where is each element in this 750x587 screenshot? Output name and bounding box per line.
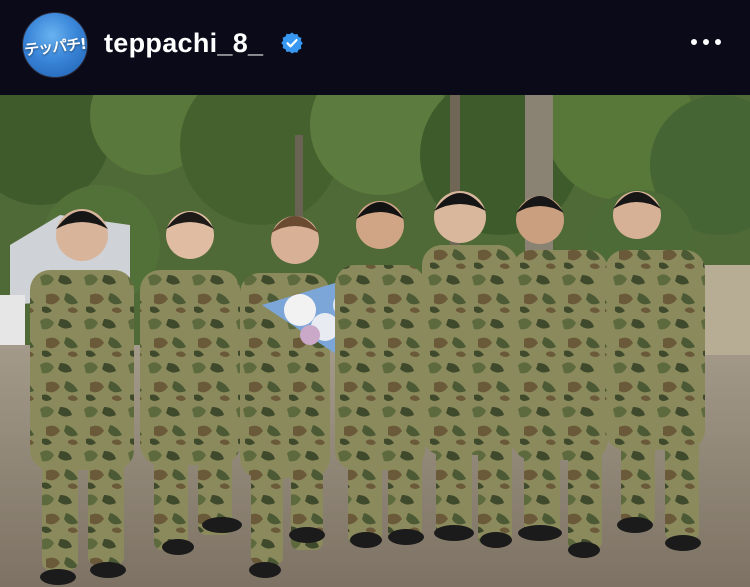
post-header: テッパチ! teppachi_8_: [0, 0, 750, 95]
more-horizontal-icon[interactable]: [688, 30, 724, 54]
verified-check-icon: [281, 32, 303, 54]
group-photo-illustration: [0, 95, 750, 587]
profile-avatar[interactable]: テッパチ!: [22, 12, 88, 78]
ground-right: [700, 265, 750, 355]
username[interactable]: teppachi_8_: [104, 28, 263, 59]
avatar-logo-text: テッパチ!: [23, 34, 87, 60]
post-photo[interactable]: [0, 95, 750, 587]
